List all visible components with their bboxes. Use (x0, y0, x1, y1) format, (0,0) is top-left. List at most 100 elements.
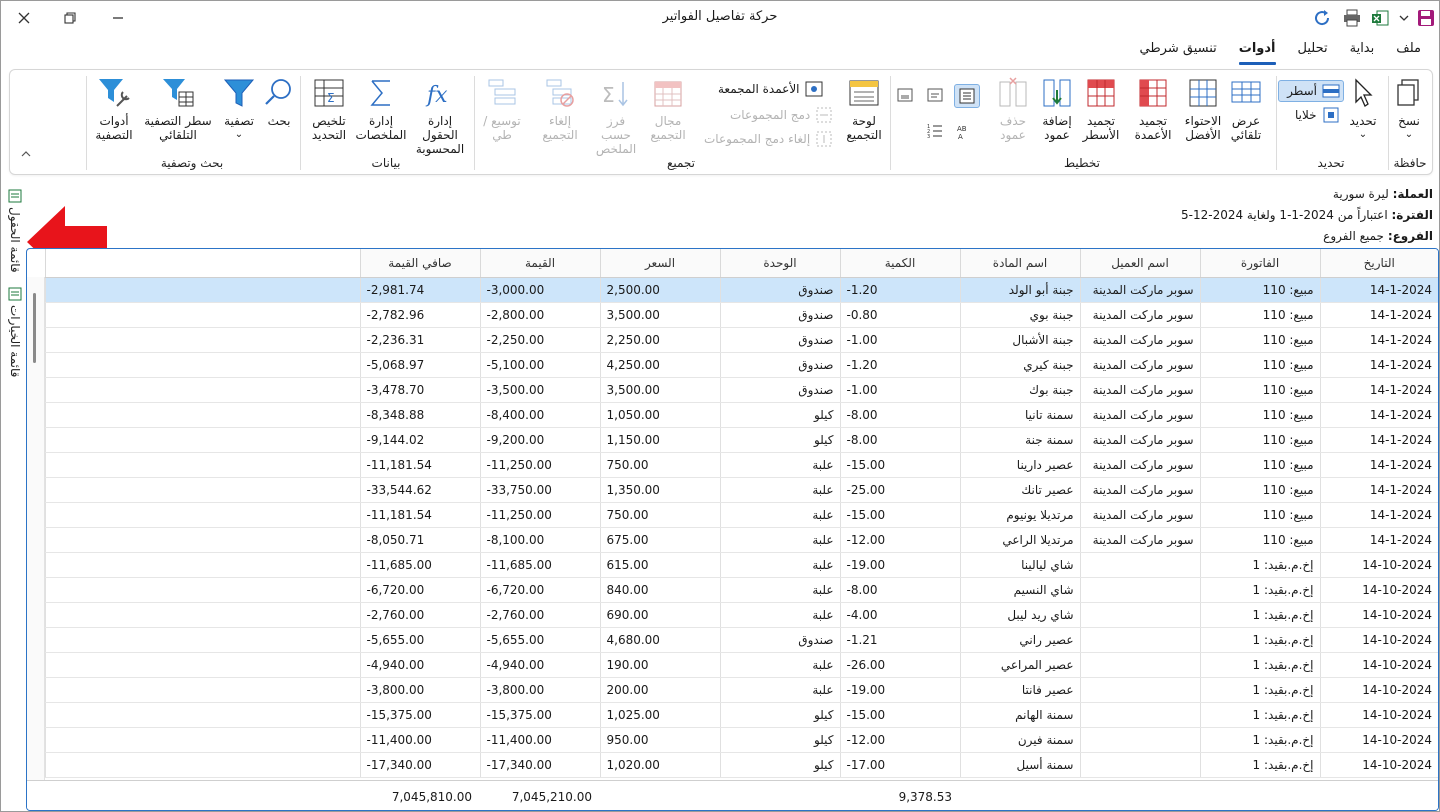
cell-price[interactable]: 750.00 (599, 452, 720, 478)
cell-customer[interactable] (1079, 752, 1200, 778)
cell-price[interactable]: 1,020.00 (599, 752, 720, 778)
cell-value[interactable]: -15,375.00 (479, 702, 600, 728)
cell-customer[interactable] (1079, 727, 1200, 753)
cell-date[interactable]: 14-1-2024 (1319, 377, 1438, 403)
cell-customer[interactable]: سوبر ماركت المدينة (1079, 452, 1200, 478)
column-header-date[interactable]: التاريخ (1319, 249, 1438, 278)
cell-unit[interactable]: علبة (719, 677, 840, 703)
table-row[interactable]: 14-1-2024 مبيع: 110 سوبر ماركت المدينة جبنة… (44, 277, 1438, 303)
cell-invoice[interactable]: مبيع: 110 (1199, 402, 1320, 428)
cell-invoice[interactable]: مبيع: 110 (1199, 302, 1320, 328)
refresh-icon[interactable] (1309, 5, 1335, 31)
cell-price[interactable]: 1,150.00 (599, 427, 720, 453)
table-row[interactable]: 14-1-2024 مبيع: 110 سوبر ماركت المدينة سمنة… (44, 427, 1438, 453)
cell-value[interactable]: -6,720.00 (479, 577, 600, 603)
cell-unit[interactable]: صندوق (719, 377, 840, 403)
cell-invoice[interactable]: إخ.م.بقيد: 1 (1199, 727, 1320, 753)
cell-customer[interactable] (1079, 677, 1200, 703)
cell-unit[interactable]: صندوق (719, 302, 840, 328)
cell-value[interactable]: -3,500.00 (479, 377, 600, 403)
cell-value[interactable]: -5,655.00 (479, 627, 600, 653)
cell-customer[interactable] (1079, 602, 1200, 628)
search-button[interactable]: بحث (262, 76, 296, 128)
cell-item[interactable]: عصير تانك (959, 477, 1080, 503)
cell-quantity[interactable]: -26.00 (839, 652, 960, 678)
table-row[interactable]: 14-1-2024 مبيع: 110 سوبر ماركت المدينة سمنة… (44, 402, 1438, 428)
table-row[interactable]: 14-10-2024 إخ.م.بقيد: 1 عصير المراعي -26.00… (44, 652, 1438, 678)
cell-date[interactable]: 14-1-2024 (1319, 452, 1438, 478)
grouped-columns-button[interactable]: الأعمدة المجمعة (718, 80, 823, 98)
cell-quantity[interactable]: -4.00 (839, 602, 960, 628)
cell-invoice[interactable]: إخ.م.بقيد: 1 (1199, 577, 1320, 603)
table-row[interactable]: 14-1-2024 مبيع: 110 سوبر ماركت المدينة جبنة… (44, 327, 1438, 353)
table-row[interactable]: 14-10-2024 إخ.م.بقيد: 1 سمنة أسيل -17.00 كيل… (44, 752, 1438, 778)
filter-tools-button[interactable]: أدوات التصفية (92, 76, 136, 142)
cell-net-value[interactable]: -2,782.96 (359, 302, 480, 328)
cell-date[interactable]: 14-1-2024 (1319, 477, 1438, 503)
cell-net-value[interactable]: -11,400.00 (359, 727, 480, 753)
cell-price[interactable]: 950.00 (599, 727, 720, 753)
cell-item[interactable]: شاي ليالينا (959, 552, 1080, 578)
cell-date[interactable]: 14-10-2024 (1319, 602, 1438, 628)
cell-price[interactable]: 3,500.00 (599, 302, 720, 328)
merge-groups-button[interactable]: دمج المجموعات (730, 106, 833, 124)
cell-customer[interactable]: سوبر ماركت المدينة (1079, 377, 1200, 403)
cell-net-value[interactable]: -11,181.54 (359, 452, 480, 478)
cell-date[interactable]: 14-1-2024 (1319, 352, 1438, 378)
cell-quantity[interactable]: -1.20 (839, 352, 960, 378)
cell-date[interactable]: 14-10-2024 (1319, 627, 1438, 653)
cell-unit[interactable]: علبة (719, 552, 840, 578)
print-icon[interactable] (1339, 5, 1365, 31)
cell-value[interactable]: -4,940.00 (479, 652, 600, 678)
cell-quantity[interactable]: -17.00 (839, 752, 960, 778)
tab-analysis[interactable]: تحليل (1298, 39, 1328, 63)
table-row[interactable]: 14-10-2024 إخ.م.بقيد: 1 شاي ليالينا -19.00 ع… (44, 552, 1438, 578)
cell-unit[interactable]: علبة (719, 652, 840, 678)
column-header-price[interactable]: السعر (599, 249, 720, 278)
calculated-fields-button[interactable]: fx إدارة الحقول المحسوبة (410, 76, 470, 156)
cell-unit[interactable]: علبة (719, 577, 840, 603)
cell-quantity[interactable]: -8.00 (839, 402, 960, 428)
cell-invoice[interactable]: إخ.م.بقيد: 1 (1199, 552, 1320, 578)
cell-unit[interactable]: صندوق (719, 352, 840, 378)
cell-invoice[interactable]: مبيع: 110 (1199, 527, 1320, 553)
cell-value[interactable]: -11,250.00 (479, 502, 600, 528)
cell-value[interactable]: -11,685.00 (479, 552, 600, 578)
cell-unit[interactable]: علبة (719, 527, 840, 553)
table-row[interactable]: 14-1-2024 مبيع: 110 سوبر ماركت المدينة عصير… (44, 477, 1438, 503)
cell-net-value[interactable]: -5,655.00 (359, 627, 480, 653)
cell-value[interactable]: -9,200.00 (479, 427, 600, 453)
cell-invoice[interactable]: إخ.م.بقيد: 1 (1199, 602, 1320, 628)
cell-quantity[interactable]: -1.20 (839, 277, 960, 303)
table-row[interactable]: 14-10-2024 إخ.م.بقيد: 1 شاي النسيم -8.00 علب… (44, 577, 1438, 603)
table-row[interactable]: 14-10-2024 إخ.م.بقيد: 1 عصير راني -1.21 صندو… (44, 627, 1438, 653)
cell-customer[interactable]: سوبر ماركت المدينة (1079, 502, 1200, 528)
close-icon[interactable] (11, 5, 37, 31)
cell-net-value[interactable]: -15,375.00 (359, 702, 480, 728)
cell-price[interactable]: 1,350.00 (599, 477, 720, 503)
vertical-scrollbar[interactable] (33, 293, 36, 363)
cell-net-value[interactable]: -2,760.00 (359, 602, 480, 628)
align-left-button[interactable] (896, 86, 914, 104)
cell-quantity[interactable]: -12.00 (839, 527, 960, 553)
fields-list-pane-tab[interactable]: قائمة الحقول (4, 189, 26, 281)
cell-item[interactable]: شاي ريد ليبل (959, 602, 1080, 628)
cell-quantity[interactable]: -1.21 (839, 627, 960, 653)
cell-net-value[interactable]: -17,340.00 (359, 752, 480, 778)
cell-net-value[interactable]: -5,068.97 (359, 352, 480, 378)
restore-icon[interactable] (57, 5, 83, 31)
cell-net-value[interactable]: -9,144.02 (359, 427, 480, 453)
cell-customer[interactable]: سوبر ماركت المدينة (1079, 277, 1200, 303)
save-icon[interactable] (1413, 5, 1439, 31)
cell-date[interactable]: 14-1-2024 (1319, 327, 1438, 353)
expand-collapse-button[interactable]: توسيع / طي (482, 76, 522, 142)
cell-price[interactable]: 200.00 (599, 677, 720, 703)
cell-quantity[interactable]: -8.00 (839, 577, 960, 603)
cell-date[interactable]: 14-10-2024 (1319, 702, 1438, 728)
cell-value[interactable]: -11,250.00 (479, 452, 600, 478)
cell-value[interactable]: -2,250.00 (479, 327, 600, 353)
cell-invoice[interactable]: مبيع: 110 (1199, 477, 1320, 503)
table-row[interactable]: 14-10-2024 إخ.م.بقيد: 1 سمنة الهانم -15.00 ك… (44, 702, 1438, 728)
cell-unit[interactable]: كيلو (719, 752, 840, 778)
cell-net-value[interactable]: -8,348.88 (359, 402, 480, 428)
